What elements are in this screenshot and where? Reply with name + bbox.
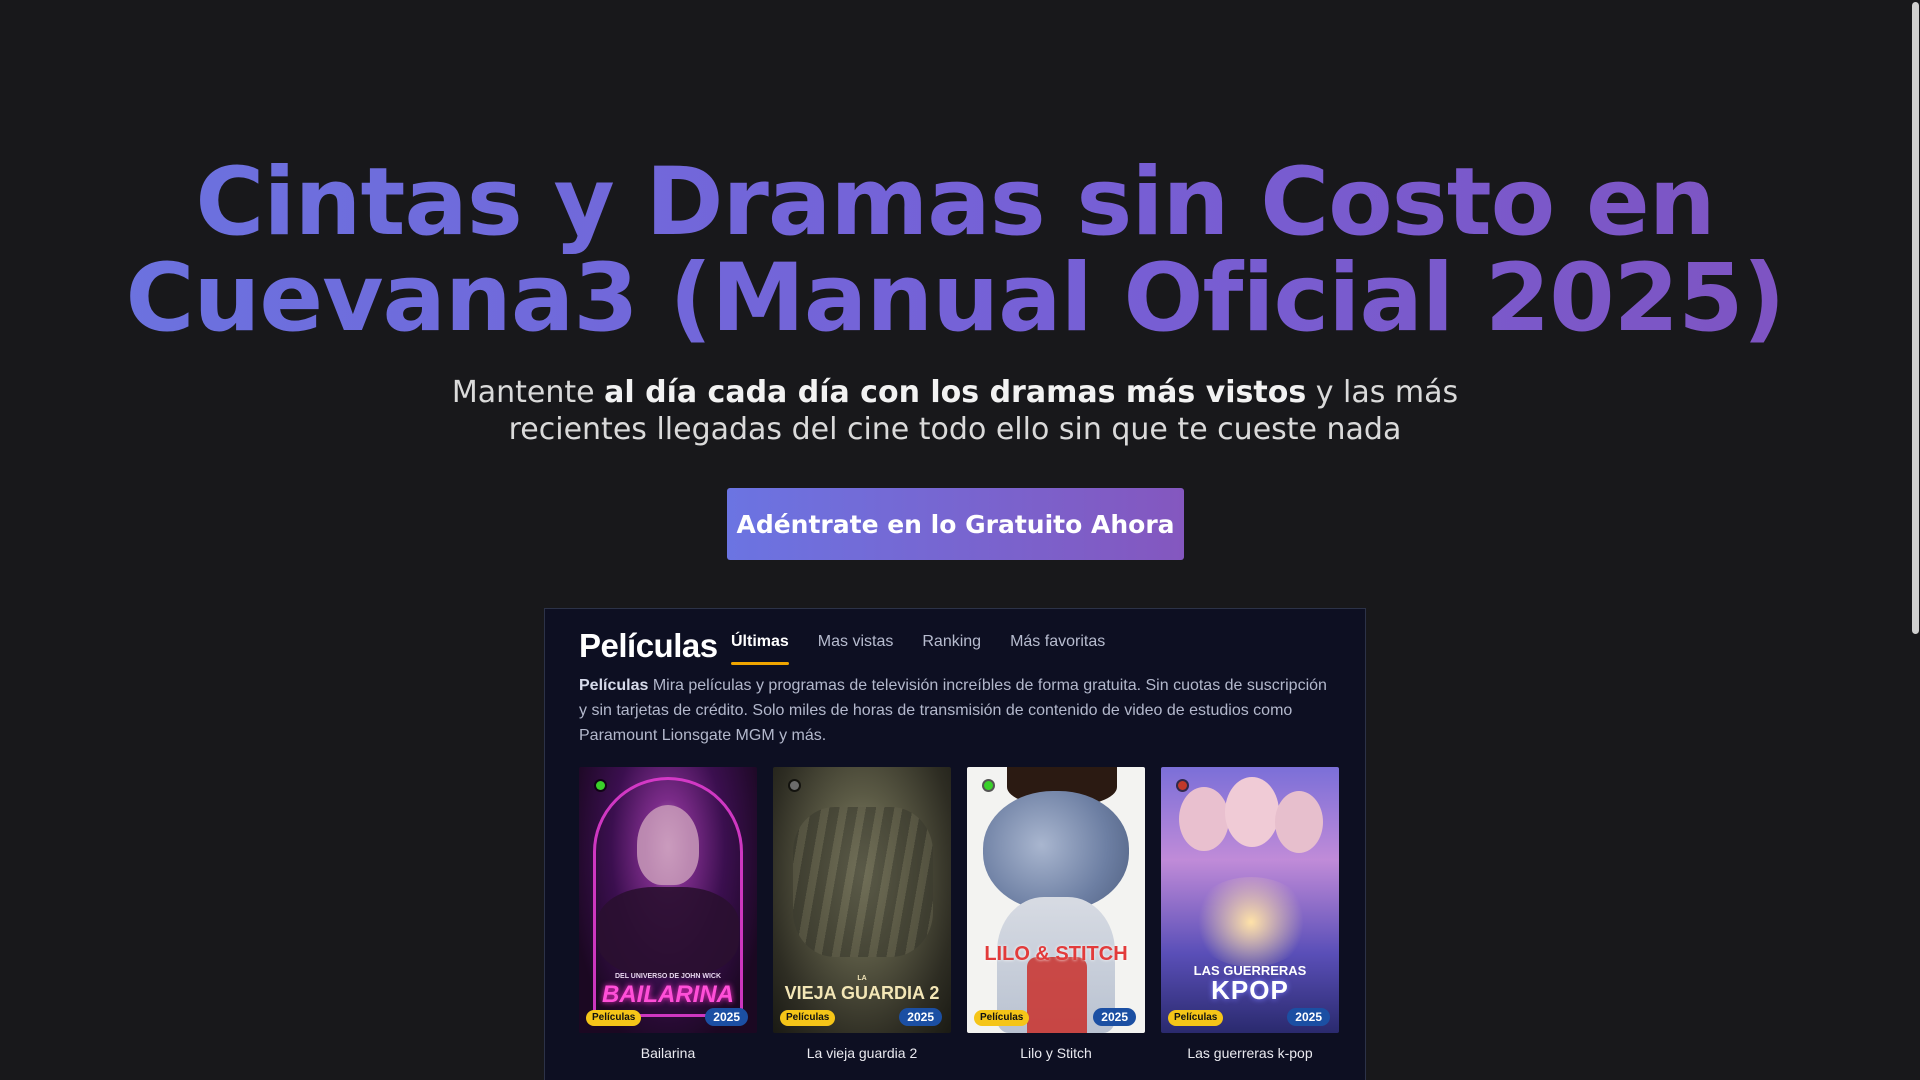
poster-title-text: Bailarina: [602, 981, 734, 1008]
poster-face-left: [1179, 787, 1229, 851]
movie-card-la-vieja-guardia-2[interactable]: La Vieja Guardia 2 Películas 2025 La vie…: [773, 767, 951, 1061]
poster-figure: [637, 805, 699, 885]
subtitle-bold: al día cada día con los dramas más visto…: [604, 375, 1307, 410]
status-dot: [790, 781, 799, 790]
year-badge: 2025: [1093, 1008, 1136, 1026]
movie-card-las-guerreras-k-pop[interactable]: Las Guerreras KPOP Películas 2025 Las gu…: [1161, 767, 1339, 1061]
panel-description: Películas Mira películas y programas de …: [579, 673, 1339, 748]
scrollbar-thumb[interactable]: [1912, 2, 1919, 634]
poster-glow: [1191, 877, 1311, 967]
tab-mas-favoritas[interactable]: Más favoritas: [1010, 633, 1105, 663]
movie-grid: Del universo de John Wick Bailarina Pelí…: [579, 767, 1355, 1061]
year-badge: 2025: [899, 1008, 942, 1026]
poster-face-right: [1275, 791, 1323, 853]
tab-ultimas[interactable]: Últimas: [731, 633, 789, 665]
status-dot: [596, 781, 605, 790]
tab-ranking[interactable]: Ranking: [922, 633, 981, 663]
hero-title-line1: Cintas y Dramas sin Costo en: [195, 148, 1715, 257]
movie-card-bailarina[interactable]: Del universo de John Wick Bailarina Pelí…: [579, 767, 757, 1061]
desc-bold: Películas: [579, 677, 649, 694]
hero-title: Cintas y Dramas sin Costo en Cuevana3 (M…: [0, 155, 1910, 347]
subtitle-part1: Mantente: [451, 375, 605, 410]
category-badge: Películas: [974, 1010, 1030, 1026]
poster-art: [967, 767, 1145, 1033]
page-scrollbar[interactable]: [1910, 0, 1920, 1080]
poster-small-text: Del universo de John Wick: [614, 973, 722, 980]
category-badge: Películas: [1168, 1010, 1224, 1026]
cta-button[interactable]: Adéntrate en lo Gratuito Ahora: [727, 488, 1184, 560]
movies-panel: Películas Últimas Mas vistas Ranking Más…: [544, 608, 1366, 1080]
movie-title[interactable]: Las guerreras k-pop: [1161, 1045, 1339, 1061]
year-badge: 2025: [1287, 1008, 1330, 1026]
poster-title-text: Lilo & Stitch: [984, 943, 1128, 965]
category-badge: Películas: [780, 1010, 836, 1026]
category-badge: Películas: [586, 1010, 642, 1026]
movie-poster[interactable]: Lilo & Stitch Películas 2025: [967, 767, 1145, 1033]
subtitle-part2: y las más: [1306, 375, 1459, 410]
movie-title[interactable]: La vieja guardia 2: [773, 1045, 951, 1061]
poster-dress: [1027, 957, 1087, 1033]
movie-card-lilo-y-stitch[interactable]: Lilo & Stitch Películas 2025 Lilo y Stit…: [967, 767, 1145, 1061]
year-badge: 2025: [705, 1008, 748, 1026]
poster-stitch-head: [983, 791, 1129, 911]
hero-subtitle: Mantente al día cada día con los dramas …: [0, 374, 1910, 448]
movie-title[interactable]: Lilo y Stitch: [967, 1045, 1145, 1061]
movie-title[interactable]: Bailarina: [579, 1045, 757, 1061]
poster-small-text: La: [857, 975, 867, 982]
poster-title-text: KPOP: [1211, 975, 1289, 1005]
poster-face-center: [1225, 777, 1279, 847]
status-dot: [984, 781, 993, 790]
poster-figures: [793, 807, 933, 957]
desc-text: Mira películas y programas de televisión…: [579, 677, 1327, 744]
tab-mas-vistas[interactable]: Mas vistas: [818, 633, 894, 663]
poster-title-text: Vieja Guardia 2: [784, 983, 940, 1003]
panel-tabs: Últimas Mas vistas Ranking Más favoritas: [731, 633, 1134, 665]
movie-poster[interactable]: Del universo de John Wick Bailarina Pelí…: [579, 767, 757, 1033]
status-dot: [1178, 781, 1187, 790]
poster-crowd: [597, 887, 739, 977]
panel-title: Películas: [579, 627, 718, 664]
movie-poster[interactable]: Las Guerreras KPOP Películas 2025: [1161, 767, 1339, 1033]
hero-title-line2: Cuevana3 (Manual Oficial 2025): [125, 244, 1785, 353]
movie-poster[interactable]: La Vieja Guardia 2 Películas 2025: [773, 767, 951, 1033]
subtitle-line2: recientes llegadas del cine todo ello si…: [508, 412, 1402, 447]
